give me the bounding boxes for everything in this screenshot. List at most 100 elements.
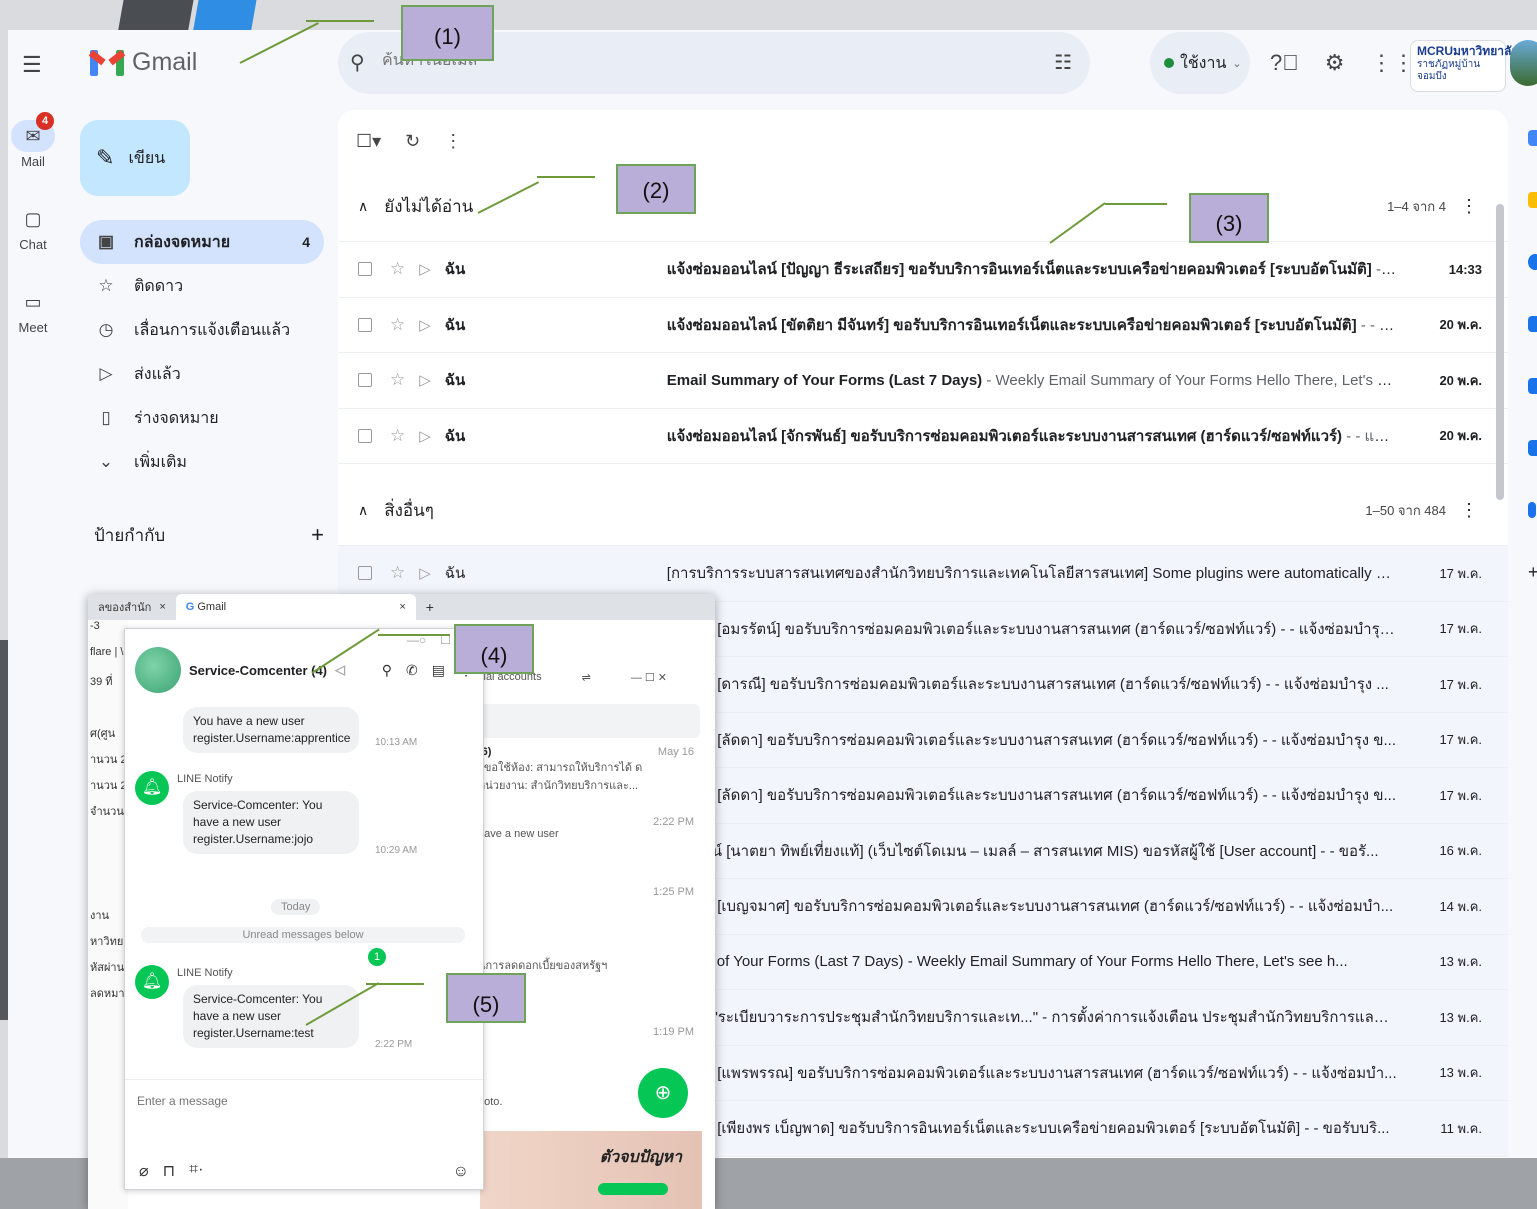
close-icon[interactable]: × <box>159 601 165 613</box>
bookmark-icon[interactable]: ⊓ <box>163 1161 175 1181</box>
addon-icon[interactable] <box>1528 440 1537 456</box>
mail-subject: ออนไลน์ [นาตยา ทิพย์เที่ยงแท้] (เว็บไซต์… <box>667 839 1397 863</box>
browser-tab-gmail[interactable]: G Gmail × <box>175 594 416 620</box>
rail-mail[interactable]: ✉ 4 Mail <box>8 112 58 169</box>
menu-icon[interactable]: ☰ <box>22 52 42 78</box>
subject-text: อนไลน์ [เบญจมาศ] ขอรับบริการซ่อมคอมพิวเต… <box>666 898 1394 916</box>
mail-sender: ฉัน <box>444 427 466 445</box>
chat-avatar[interactable] <box>135 647 181 693</box>
filter-icon[interactable]: ☷ <box>1054 50 1072 75</box>
sidebar-item-sent[interactable]: ▷ ส่งแล้ว <box>80 352 324 396</box>
unread-section-header[interactable]: ∧ ยังไม่ได้อ่าน 1–4 จาก 4 ⋮ <box>338 172 1508 242</box>
chat-list-item[interactable]: (6) รขอใช้ห้อง: สามารถให้บริการได้ ด หน่ว… <box>478 738 700 808</box>
chevron-up-icon: ∧ <box>358 198 369 214</box>
mail-subject: อนไลน์ [เบญจมาศ] ขอรับบริการซ่อมคอมพิวเต… <box>667 894 1397 918</box>
star-icon[interactable]: ☆ <box>390 370 405 390</box>
browser-tab[interactable]: ลของสำนัก × <box>88 594 176 620</box>
advertisement[interactable]: ตัวจบปัญหา <box>480 1131 702 1209</box>
rail-chat[interactable]: ▢ Chat <box>8 203 58 252</box>
account-logo[interactable]: MCRUมหาวิทยาลัย ราชภัฏหมู่บ้านจอมบึง <box>1410 40 1518 92</box>
row-checkbox[interactable] <box>358 373 372 388</box>
scrollbar[interactable] <box>1496 204 1504 500</box>
message-input[interactable] <box>137 1094 437 1108</box>
notes-icon[interactable]: ▤ <box>432 662 445 679</box>
status-selector[interactable]: ใช้งาน ⌄ <box>1150 32 1250 94</box>
sidebar-item-snoozed[interactable]: ◷ เลื่อนการแจ้งเตือนแล้ว <box>80 308 324 352</box>
more-vert-icon[interactable]: ⋮ <box>444 131 462 152</box>
addon-icon[interactable] <box>1528 502 1536 518</box>
new-chat-button[interactable]: ⊕ <box>638 1068 688 1118</box>
row-checkbox[interactable] <box>358 317 372 332</box>
mail-row[interactable]: ☆ ▷ ฉัน แจ้งซ่อมออนไลน์ [จักรพันธ์] ขอรับบร… <box>338 409 1508 464</box>
sidebar-item-inbox[interactable]: ▣ กล่องจดหมาย 4 <box>80 220 324 264</box>
background-list-item: หาวิทย <box>90 936 124 948</box>
select-all-checkbox[interactable]: ☐▾ <box>356 131 381 152</box>
compose-button[interactable]: ✎ เขียน <box>80 120 190 196</box>
subject-text: แจ้งซ่อมออนไลน์ [ปัญญา ธีระเสถียร] ขอรับ… <box>666 261 1372 279</box>
search-icon[interactable]: ⚲ <box>350 50 365 75</box>
chat-search-input[interactable] <box>478 704 700 738</box>
apps-grid-icon[interactable]: ⋮⋮ <box>1370 50 1414 76</box>
row-checkbox[interactable] <box>358 566 372 581</box>
subject-text: [การบริการระบบสารสนเทศของสำนักวิทยบริการ… <box>666 565 1397 583</box>
callout-line <box>378 634 450 636</box>
mail-subject: อนไลน์ [อมรรัตน์] ขอรับบริการซ่อมคอมพิวเ… <box>667 617 1397 641</box>
row-checkbox[interactable] <box>358 262 372 277</box>
star-icon[interactable]: ☆ <box>390 315 405 335</box>
chat-preview: รขอใช้ห้อง: สามารถให้บริการได้ ด หน่วยงา… <box>478 762 643 792</box>
sidebar-item-starred[interactable]: ☆ ติดดาว <box>80 264 324 308</box>
important-icon[interactable]: ▷ <box>419 260 431 278</box>
rail-label: Meet <box>18 320 48 335</box>
star-icon[interactable]: ☆ <box>390 563 405 583</box>
important-icon[interactable]: ▷ <box>419 371 431 389</box>
close-icon[interactable]: × <box>399 601 405 613</box>
gmail-logo[interactable]: Gmail <box>88 48 197 77</box>
rail-meet[interactable]: ▭ Meet <box>8 286 58 335</box>
mail-row[interactable]: ☆ ▷ ฉัน Email Summary of Your Forms (Last 7… <box>338 353 1508 409</box>
important-icon[interactable]: ▷ <box>419 316 431 334</box>
chat-list-item[interactable]: )have a new user2:22 PM <box>478 808 700 878</box>
help-icon[interactable]: ?⃝ <box>1270 50 1299 76</box>
calendar-icon[interactable] <box>1528 130 1537 146</box>
message-bubble: Service-Comcenter: You have a new user r… <box>183 985 359 1048</box>
chat-preview: hoto. <box>478 1096 503 1108</box>
other-section-header[interactable]: ∧ สิ่งอื่นๆ 1–50 จาก 484 ⋮ <box>338 476 1508 546</box>
tasks-icon[interactable] <box>1528 254 1537 270</box>
new-tab-icon[interactable]: + <box>416 599 434 615</box>
sidebar-nav: ▣ กล่องจดหมาย 4 ☆ ติดดาว ◷ เลื่อนการแจ้ง… <box>80 220 324 484</box>
draft-icon: ▯ <box>101 408 111 427</box>
window-controls[interactable]: — ☐ ✕ <box>631 671 667 684</box>
more-vert-icon[interactable]: ⋮ <box>1460 500 1478 521</box>
refresh-icon[interactable]: ↻ <box>405 131 420 152</box>
tab-label: ลของสำนัก <box>98 602 152 614</box>
sidebar-item-more[interactable]: ⌄ เพิ่มเติม <box>80 440 324 484</box>
search-icon[interactable]: ⚲ <box>382 662 392 679</box>
line-app-window: ลของสำนัก × G Gmail × + -3 flare | \ 39 ที… <box>88 594 715 1209</box>
chat-list-item[interactable]: 1:25 PM <box>478 878 700 948</box>
add-icon[interactable]: + <box>1528 563 1537 581</box>
important-icon[interactable]: ▷ <box>419 564 431 582</box>
more-vert-icon[interactable]: ⋮ <box>1460 196 1478 217</box>
avatar[interactable] <box>1510 40 1537 86</box>
add-label-icon[interactable]: + <box>311 522 324 549</box>
star-icon[interactable]: ☆ <box>390 426 405 446</box>
row-checkbox[interactable] <box>358 428 372 443</box>
addon-icon[interactable] <box>1528 378 1537 394</box>
phone-icon[interactable]: ✆ <box>406 662 418 679</box>
sidebar-item-drafts[interactable]: ▯ ร่างจดหมาย <box>80 396 324 440</box>
emoji-icon[interactable]: ☺ <box>453 1163 469 1181</box>
background-list-item: flare | \ <box>90 646 124 658</box>
crop-icon[interactable]: ⌗· <box>189 1161 203 1181</box>
keep-icon[interactable] <box>1528 192 1537 208</box>
inbox-count: 4 <box>302 234 310 250</box>
attach-icon[interactable]: ⌀ <box>139 1161 149 1181</box>
ad-button[interactable] <box>598 1183 668 1195</box>
snippet-text: - - ขอรับ... <box>1375 261 1397 279</box>
filter-icon[interactable]: ⇌ <box>582 671 591 684</box>
mail-row[interactable]: ☆ ▷ ฉัน แจ้งซ่อมออนไลน์ [ขัตติยา มีจันทร์] … <box>338 298 1508 353</box>
important-icon[interactable]: ▷ <box>419 427 431 445</box>
mail-row[interactable]: ☆ ▷ ฉัน แจ้งซ่อมออนไลน์ [ปัญญา ธีระเสถียร] … <box>338 242 1508 298</box>
gear-icon[interactable]: ⚙ <box>1325 50 1345 76</box>
contacts-icon[interactable] <box>1528 316 1537 332</box>
star-icon[interactable]: ☆ <box>390 259 405 279</box>
